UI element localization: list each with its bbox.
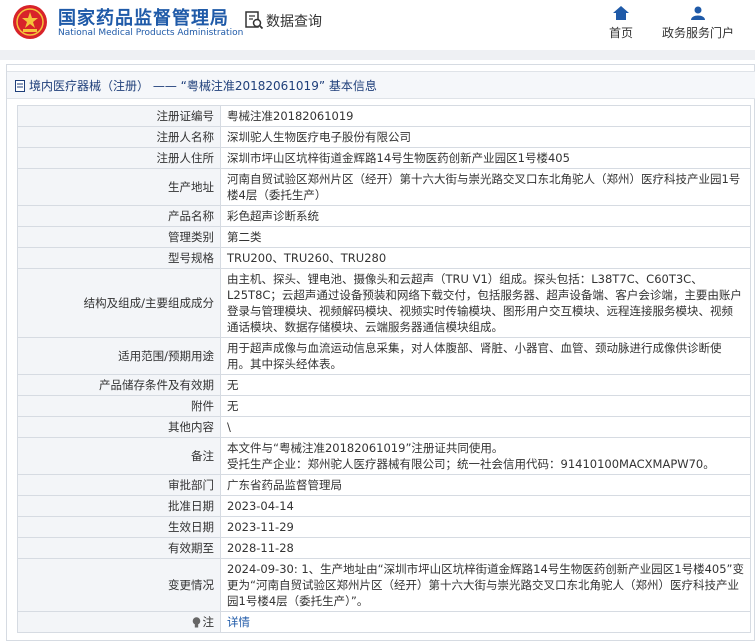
table-row: 审批部门 广东省药品监督管理局 — [17, 474, 751, 496]
table-row: 注册人名称 深圳驼人生物医疗电子股份有限公司 — [17, 126, 751, 148]
row-label: 注 — [17, 611, 221, 633]
table-row: 其他内容 \ — [17, 416, 751, 438]
row-label: 注册证编号 — [17, 105, 221, 127]
home-icon — [613, 6, 629, 20]
row-value: 粤械注准20182061019 — [220, 105, 751, 127]
row-label: 注册人住所 — [17, 147, 221, 169]
site-title[interactable]: 国家药品监督管理局 — [58, 4, 229, 30]
table-row: 适用范围/预期用途 用于超声成像与血流运动信息采集，对人体腹部、肾脏、小器官、血管… — [17, 337, 751, 375]
nav-home-label: 首页 — [608, 26, 633, 40]
row-value: 2024-09-30: 1、生产地址由“深圳市坪山区坑梓街道金辉路14号生物医药… — [220, 558, 751, 612]
row-value: 无 — [220, 395, 751, 417]
site-subtitle: National Medical Products Administration — [58, 28, 244, 38]
table-row: 附件无 — [17, 395, 751, 417]
details-link[interactable]: 详情 — [227, 615, 250, 629]
row-value: 2028-11-28 — [220, 537, 751, 559]
site-header: 国家药品监督管理局 National Medical Products Admi… — [0, 0, 755, 50]
row-label: 产品名称 — [17, 205, 221, 227]
table-row: 生效日期 2023-11-29 — [17, 516, 751, 538]
row-value: 第二类 — [220, 226, 751, 248]
row-label: 型号规格 — [17, 247, 221, 269]
table-row: 产品名称 彩色超声诊断系统 — [17, 205, 751, 227]
nav-services[interactable]: 政务服务门户 — [658, 6, 738, 41]
row-label: 审批部门 — [17, 474, 221, 496]
row-label: 生产地址 — [17, 168, 221, 206]
nav-services-label: 政务服务门户 — [661, 26, 734, 40]
row-label: 生效日期 — [17, 516, 221, 538]
row-label: 附件 — [17, 395, 221, 417]
row-label: 变更情况 — [17, 558, 221, 612]
row-value: 本文件与“粤械注准20182061019”注册证共同使用。 受托生产企业：郑州驼… — [220, 437, 751, 475]
row-label: 注册人名称 — [17, 126, 221, 148]
row-value: 用于超声成像与血流运动信息采集，对人体腹部、肾脏、小器官、血管、颈动脉进行成像供… — [220, 337, 751, 375]
table-row: 变更情况 2024-09-30: 1、生产地址由“深圳市坪山区坑梓街道金辉路14号… — [17, 558, 751, 612]
row-value: 深圳驼人生物医疗电子股份有限公司 — [220, 126, 751, 148]
nav-home[interactable]: 首页 — [604, 6, 638, 41]
row-label: 管理类别 — [17, 226, 221, 248]
table-row: 注册人住所 深圳市坪山区坑梓街道金辉路14号生物医药创新产业园区1号楼405 — [17, 147, 751, 169]
row-value: 河南自贸试验区郑州片区（经开）第十六大街与崇光路交叉口东北角驼人（郑州）医疗科技… — [220, 168, 751, 206]
breadcrumb: 境内医疗器械（注册） —— “粤械注准20182061019” 基本信息 — [7, 71, 755, 99]
table-row: 批准日期 2023-04-14 — [17, 495, 751, 517]
row-value: 彩色超声诊断系统 — [220, 205, 751, 227]
note-label: 注 — [202, 615, 215, 629]
row-value: 深圳市坪山区坑梓街道金辉路14号生物医药创新产业园区1号楼405 — [220, 147, 751, 169]
info-table: 注册证编号 粤械注准20182061019 注册人名称 深圳驼人生物医疗电子股份有限公… — [17, 105, 751, 633]
row-label: 有效期至 — [17, 537, 221, 559]
row-value: 2023-04-14 — [220, 495, 751, 517]
national-emblem-icon[interactable] — [12, 4, 48, 40]
row-value: 广东省药品监督管理局 — [220, 474, 751, 496]
document-icon — [15, 79, 25, 92]
table-row-note: 注 详情 — [17, 611, 751, 633]
detail-panel: 境内医疗器械（注册） —— “粤械注准20182061019” 基本信息 注册证… — [6, 64, 755, 641]
data-query-icon[interactable] — [244, 10, 264, 30]
row-value: 无 — [220, 374, 751, 396]
row-value: 详情 — [220, 611, 751, 633]
table-row: 备注 本文件与“粤械注准20182061019”注册证共同使用。 受托生产企业：郑… — [17, 437, 751, 475]
row-label: 结构及组成/主要组成成分 — [17, 268, 221, 338]
row-label: 备注 — [17, 437, 221, 475]
user-icon — [691, 6, 705, 20]
table-row: 生产地址 河南自贸试验区郑州片区（经开）第十六大街与崇光路交叉口东北角驼人（郑州）… — [17, 168, 751, 206]
row-label: 批准日期 — [17, 495, 221, 517]
row-label: 适用范围/预期用途 — [17, 337, 221, 375]
row-label: 产品储存条件及有效期 — [17, 374, 221, 396]
row-value: \ — [220, 416, 751, 438]
lightbulb-icon — [192, 617, 200, 628]
row-label: 其他内容 — [17, 416, 221, 438]
table-row: 注册证编号 粤械注准20182061019 — [17, 105, 751, 127]
table-row: 型号规格 TRU200、TRU260、TRU280 — [17, 247, 751, 269]
table-row: 产品储存条件及有效期无 — [17, 374, 751, 396]
row-value: 2023-11-29 — [220, 516, 751, 538]
breadcrumb-text: 境内医疗器械（注册） —— “粤械注准20182061019” 基本信息 — [29, 79, 377, 93]
data-query-title[interactable]: 数据查询 — [266, 11, 322, 31]
table-row: 结构及组成/主要组成成分 由主机、探头、锂电池、摄像头和云超声（TRU V1）组成… — [17, 268, 751, 338]
row-value: TRU200、TRU260、TRU280 — [220, 247, 751, 269]
row-value: 由主机、探头、锂电池、摄像头和云超声（TRU V1）组成。探头包括：L38T7C… — [220, 268, 751, 338]
table-row: 管理类别 第二类 — [17, 226, 751, 248]
table-row: 有效期至 2028-11-28 — [17, 537, 751, 559]
header-separator — [0, 50, 755, 60]
